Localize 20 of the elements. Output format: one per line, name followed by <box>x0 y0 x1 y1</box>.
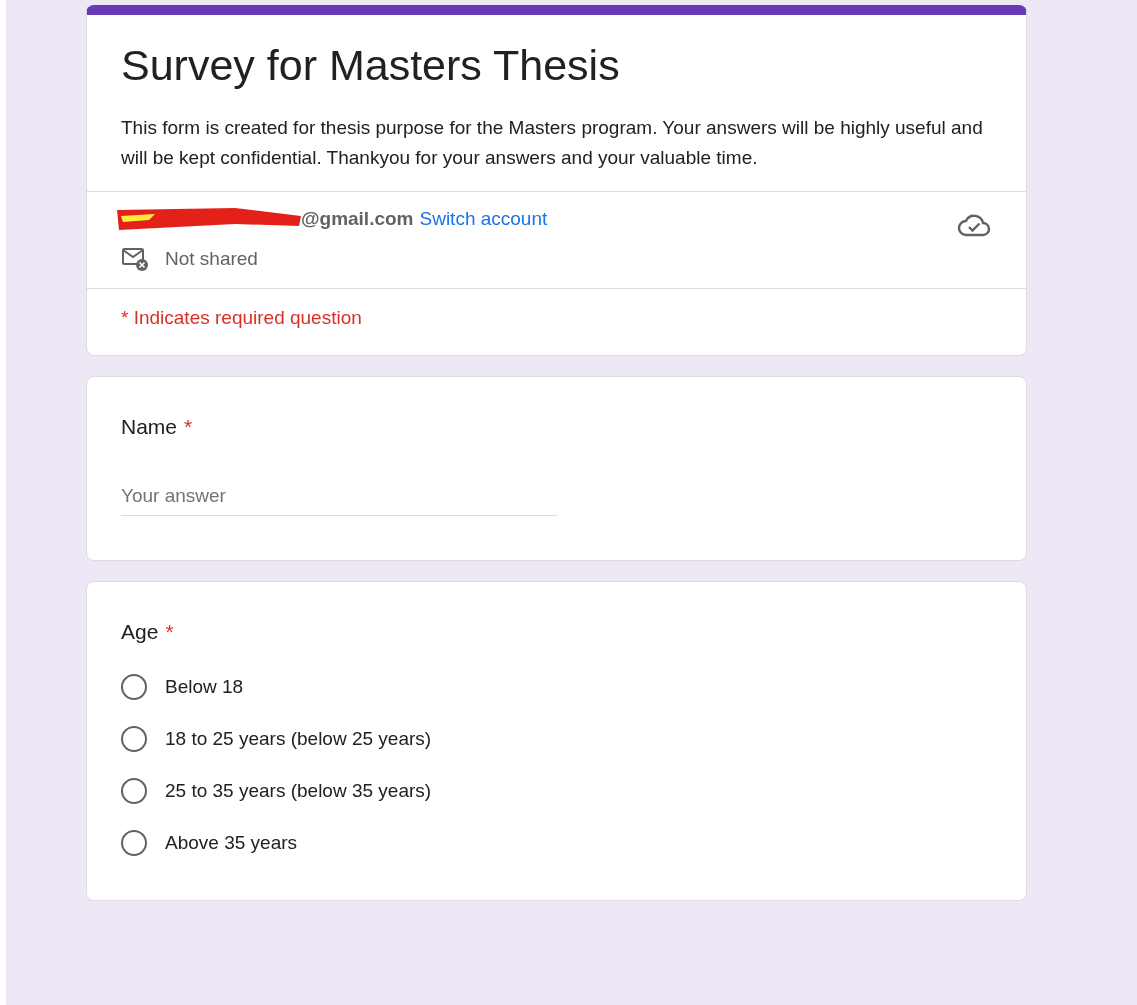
option-label: 18 to 25 years (below 25 years) <box>165 728 432 750</box>
required-note: * Indicates required question <box>120 306 363 330</box>
radio-button[interactable] <box>121 674 147 700</box>
question-title: Name <box>121 415 178 439</box>
option-label: Below 18 <box>165 676 244 698</box>
answer-field[interactable]: Your answer <box>121 479 557 516</box>
radio-button[interactable] <box>121 830 147 856</box>
form-description: This form is created for thesis purpose for the Masters program. Your answers will be highly useful and will be kept confidential. Thankyou for your answers and your valuable time. <box>120 116 984 170</box>
sharing-status: Not shared <box>165 248 258 270</box>
radio-button[interactable] <box>121 778 147 804</box>
radio-button[interactable] <box>121 726 147 752</box>
required-mark: * <box>184 415 193 439</box>
mail-not-shared-icon <box>121 246 149 272</box>
switch-account-link[interactable]: Switch account <box>419 208 548 230</box>
option-label: 25 to 35 years (below 35 years) <box>165 780 432 802</box>
form-title: Survey for Masters Thesis <box>120 40 621 91</box>
account-email: @gmail.com <box>301 208 414 230</box>
required-mark: * <box>165 620 174 644</box>
question-title: Age <box>121 620 159 644</box>
option-label: Above 35 years <box>165 832 298 854</box>
